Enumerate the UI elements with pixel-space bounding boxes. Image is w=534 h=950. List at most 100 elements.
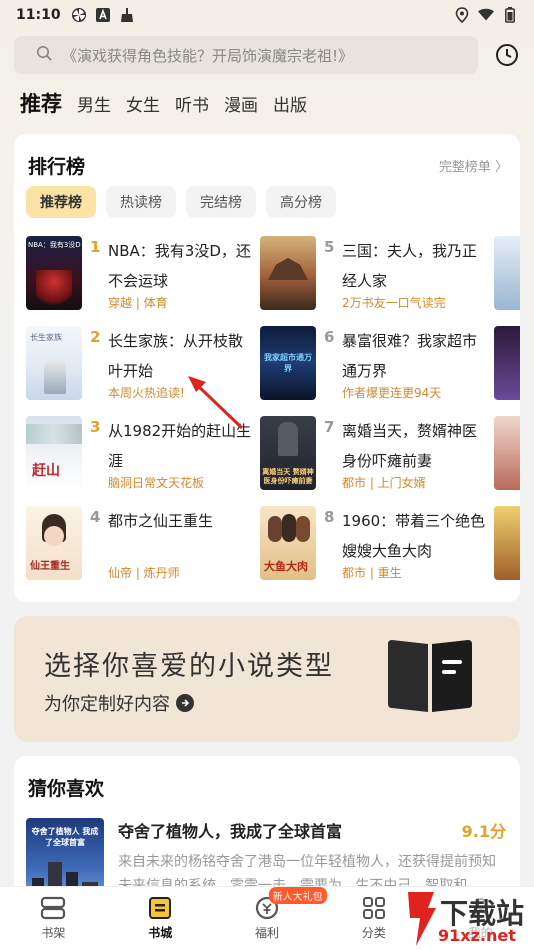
book-cover-partial[interactable] bbox=[494, 416, 520, 490]
ranking-item[interactable]: 仙王重生 4 都市之仙王重生 仙帝 | 炼丹师 bbox=[26, 506, 256, 584]
channel-tab-female[interactable]: 女生 bbox=[126, 91, 160, 116]
ranking-item[interactable]: 我家超市通万界 6 暴富很难？我家超市通万界 作者爆更连更94天 bbox=[260, 326, 490, 404]
book-cover bbox=[260, 236, 316, 310]
category-grid-icon bbox=[362, 897, 385, 919]
book-cover-partial[interactable] bbox=[494, 506, 520, 580]
broom-icon bbox=[119, 7, 135, 23]
book-cover-partial[interactable] bbox=[494, 326, 520, 400]
rank-number: 7 bbox=[324, 418, 335, 436]
book-cover: NBA：我有3没D bbox=[26, 236, 82, 310]
banner-subtitle: 为你定制好内容 bbox=[44, 694, 170, 715]
book-cover: 仙王重生 bbox=[26, 506, 82, 580]
book-cover: 大鱼大肉 bbox=[260, 506, 316, 580]
banner-title: 选择你喜爱的小说类型 bbox=[44, 651, 334, 682]
book-tag: 都市 | 上门女婿 bbox=[342, 476, 426, 490]
bookshelf-icon bbox=[41, 896, 66, 920]
book-title: 三国：夫人，我乃正经人家 bbox=[342, 242, 478, 290]
nav-bookstore[interactable]: 书城 bbox=[107, 887, 214, 950]
book-title: 1960：带着三个绝色嫂嫂大鱼大肉 bbox=[342, 512, 486, 560]
book-tag: 作者爆更连更94天 bbox=[342, 386, 442, 400]
status-time: 11:10 bbox=[16, 7, 61, 23]
cover-text: 赶山 bbox=[32, 463, 60, 479]
ranking-card: 排行榜 完整榜单 〉 推荐榜 热读榜 完结榜 高分榜 NBA：我有3没D 1 N… bbox=[14, 134, 520, 602]
book-cover: 离婚当天 赘婿神医身份吓瘫前妻 bbox=[260, 416, 316, 490]
rank-number: 3 bbox=[90, 418, 101, 436]
guess-title: 猜你喜欢 bbox=[28, 778, 105, 800]
nav-label: 福利 bbox=[254, 926, 279, 940]
rank-number: 4 bbox=[90, 508, 101, 526]
nav-label: 书架 bbox=[41, 926, 66, 940]
book-cover: 我家超市通万界 bbox=[260, 326, 316, 400]
open-book-icon bbox=[388, 640, 472, 712]
new-user-gift-badge: 新人大礼包 bbox=[268, 887, 327, 904]
cover-text: 我家超市通万界 bbox=[264, 353, 312, 373]
watermark-url: 91xz.net bbox=[438, 926, 516, 945]
pinwheel-icon bbox=[71, 7, 87, 23]
channel-tabs: 推荐 男生 女生 听书 漫画 出版 bbox=[20, 88, 307, 118]
battery-icon bbox=[502, 7, 518, 23]
book-cover: 长生家族 bbox=[26, 326, 82, 400]
arrow-right-circle-icon bbox=[176, 694, 194, 712]
channel-tab-recommend[interactable]: 推荐 bbox=[20, 88, 62, 118]
rank-number: 8 bbox=[324, 508, 335, 526]
history-clock-button[interactable] bbox=[494, 42, 520, 68]
banner-subtitle-row: 为你定制好内容 bbox=[44, 690, 194, 716]
channel-tab-male[interactable]: 男生 bbox=[77, 91, 111, 116]
rank-number: 2 bbox=[90, 328, 101, 346]
search-row: 《演戏获得角色技能？开局饰演魔宗老祖!》 bbox=[14, 36, 520, 74]
full-ranking-link[interactable]: 完整榜单 〉 bbox=[439, 156, 508, 175]
guess-book-score: 9.1分 bbox=[461, 822, 506, 841]
wifi-icon bbox=[478, 7, 494, 23]
red-arrow-icon bbox=[188, 376, 244, 430]
genre-select-banner[interactable]: 选择你喜爱的小说类型 为你定制好内容 bbox=[14, 616, 520, 742]
cover-text: 大鱼大肉 bbox=[264, 560, 308, 573]
ranking-item[interactable]: 离婚当天 赘婿神医身份吓瘫前妻 7 离婚当天，赘婿神医身份吓瘫前妻 都市 | 上… bbox=[260, 416, 490, 494]
book-title: 离婚当天，赘婿神医身份吓瘫前妻 bbox=[342, 422, 478, 470]
site-watermark: 下载站 91xz.net bbox=[402, 888, 534, 950]
bookstore-icon bbox=[149, 897, 172, 919]
book-title: 暴富很难？我家超市通万界 bbox=[342, 332, 478, 380]
search-icon bbox=[36, 45, 52, 65]
a-box-icon bbox=[95, 7, 111, 23]
status-icons-left bbox=[71, 7, 135, 23]
channel-tab-publishing[interactable]: 出版 bbox=[273, 91, 307, 116]
book-tag: 本周火热追读! bbox=[108, 386, 185, 400]
ranking-list: NBA：我有3没D 1 NBA：我有3没D，还不会运球 穿越 | 体育 长生家族… bbox=[14, 236, 520, 596]
book-tag: 都市 | 重生 bbox=[342, 566, 402, 580]
cover-text: 夺舍了植物人 我成了全球首富 bbox=[31, 827, 99, 847]
ranking-tab-hot[interactable]: 热读榜 bbox=[106, 186, 176, 218]
channel-tab-comic[interactable]: 漫画 bbox=[224, 91, 258, 116]
search-input[interactable]: 《演戏获得角色技能？开局饰演魔宗老祖!》 bbox=[14, 36, 478, 74]
cover-text: NBA：我有3没D bbox=[28, 241, 81, 249]
book-tag: 2万书友一口气读完 bbox=[342, 296, 446, 310]
ranking-item[interactable]: 5 三国：夫人，我乃正经人家 2万书友一口气读完 bbox=[260, 236, 490, 314]
ranking-tab-finished[interactable]: 完结榜 bbox=[186, 186, 256, 218]
guess-book-title[interactable]: 夺舍了植物人，我成了全球首富 bbox=[118, 818, 342, 842]
nav-bookshelf[interactable]: 书架 bbox=[0, 887, 107, 950]
ranking-tabs: 推荐榜 热读榜 完结榜 高分榜 bbox=[26, 186, 336, 218]
cover-text: 仙王重生 bbox=[30, 561, 70, 572]
channel-tab-audiobook[interactable]: 听书 bbox=[175, 91, 209, 116]
book-title: 都市之仙王重生 bbox=[108, 512, 214, 530]
status-icons-right bbox=[454, 7, 518, 23]
book-tag: 仙帝 | 炼丹师 bbox=[108, 566, 180, 580]
nav-label: 分类 bbox=[361, 926, 386, 940]
book-tag: 脑洞日常文天花板 bbox=[108, 476, 205, 490]
book-cover: 赶山 bbox=[26, 416, 82, 490]
nav-welfare[interactable]: 新人大礼包 福利 bbox=[214, 887, 327, 950]
ranking-item[interactable]: NBA：我有3没D 1 NBA：我有3没D，还不会运球 穿越 | 体育 bbox=[26, 236, 256, 314]
book-cover-partial[interactable] bbox=[494, 236, 520, 310]
rank-number: 6 bbox=[324, 328, 335, 346]
ranking-item[interactable]: 大鱼大肉 8 1960：带着三个绝色嫂嫂大鱼大肉 都市 | 重生 bbox=[260, 506, 490, 584]
rank-number: 1 bbox=[90, 238, 101, 256]
cover-text: 长生家族 bbox=[30, 333, 62, 342]
status-bar: 11:10 bbox=[0, 0, 534, 30]
clock-icon bbox=[496, 44, 518, 66]
location-icon bbox=[454, 7, 470, 23]
search-placeholder: 《演戏获得角色技能？开局饰演魔宗老祖!》 bbox=[62, 46, 354, 65]
ranking-tab-recommend[interactable]: 推荐榜 bbox=[26, 186, 96, 218]
book-title: NBA：我有3没D，还不会运球 bbox=[108, 242, 251, 290]
nav-label: 书城 bbox=[148, 926, 173, 940]
ranking-tab-top-rated[interactable]: 高分榜 bbox=[266, 186, 336, 218]
ranking-title: 排行榜 bbox=[28, 156, 86, 178]
